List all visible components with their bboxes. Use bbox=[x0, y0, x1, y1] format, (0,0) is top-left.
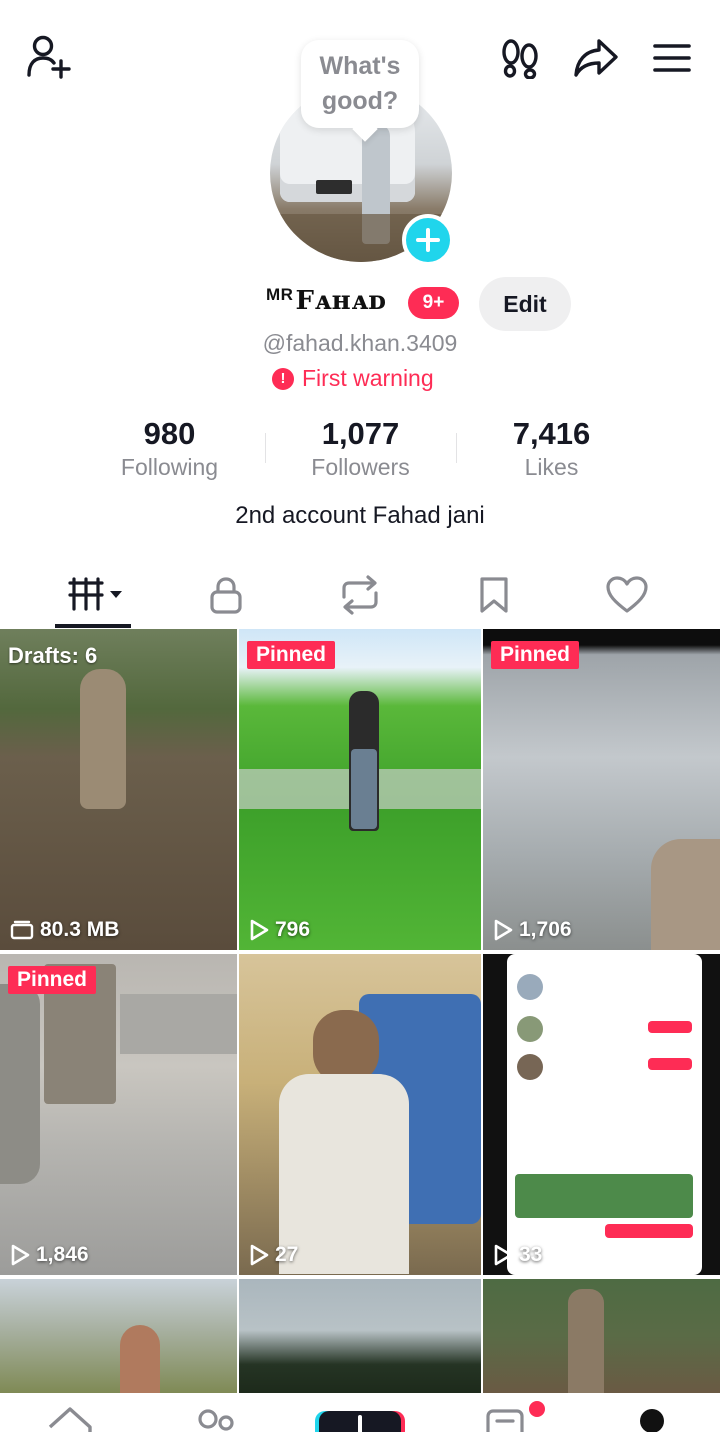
drafts-count: Drafts: 6 bbox=[8, 643, 98, 668]
status-line-1: What's bbox=[319, 52, 401, 80]
view-count: 796 bbox=[249, 918, 310, 942]
friends-icon[interactable] bbox=[196, 1409, 236, 1432]
display-name: MRFᴀʜᴀᴅ bbox=[266, 285, 386, 316]
video-thumbnail[interactable]: 27 bbox=[239, 954, 481, 1275]
view-count: 1,846 bbox=[10, 1243, 89, 1267]
stat-following[interactable]: 980 Following bbox=[74, 415, 265, 485]
stat-likes[interactable]: 7,416 Likes bbox=[456, 415, 647, 485]
warning-notice[interactable]: ! First warning bbox=[272, 365, 434, 392]
video-thumbnail[interactable]: Pinned 796 bbox=[239, 629, 481, 950]
view-count-text: 33 bbox=[519, 1243, 543, 1266]
inbox-notification-dot bbox=[529, 1401, 545, 1417]
view-count: 1,706 bbox=[493, 918, 572, 942]
home-icon[interactable] bbox=[46, 1405, 94, 1432]
tab-favorites[interactable] bbox=[464, 562, 524, 628]
view-count-text: 796 bbox=[275, 918, 311, 941]
share-icon[interactable] bbox=[572, 36, 620, 80]
play-icon bbox=[250, 1244, 269, 1266]
folder-icon bbox=[10, 920, 34, 940]
profile-bio: 2nd account Fahad jani bbox=[235, 502, 485, 529]
footprint-icon[interactable] bbox=[498, 36, 542, 80]
tab-private[interactable] bbox=[196, 562, 256, 628]
menu-icon[interactable] bbox=[650, 40, 694, 76]
warning-icon: ! bbox=[272, 367, 294, 390]
warning-text: First warning bbox=[302, 365, 434, 391]
stat-value: 1,077 bbox=[321, 416, 400, 451]
video-thumbnail-drafts[interactable]: Drafts: 6 80.3 MB bbox=[0, 629, 237, 950]
status-line-2: good? bbox=[321, 87, 399, 115]
view-count: 33 bbox=[493, 1243, 542, 1267]
video-thumbnail[interactable]: Pinned 1,706 bbox=[483, 629, 720, 950]
bottom-navigation bbox=[0, 1393, 720, 1432]
play-icon bbox=[494, 919, 513, 941]
create-button[interactable] bbox=[319, 1411, 401, 1432]
pinned-badge: Pinned bbox=[247, 641, 336, 669]
view-count-text: 1,846 bbox=[36, 1243, 89, 1266]
video-thumbnail[interactable] bbox=[239, 1279, 481, 1393]
stat-label: Followers bbox=[311, 454, 410, 480]
view-count-text: 27 bbox=[275, 1243, 299, 1266]
pinned-badge: Pinned bbox=[8, 966, 97, 994]
tab-videos[interactable] bbox=[60, 562, 136, 628]
notification-badge[interactable]: 9+ bbox=[408, 287, 459, 319]
video-thumbnail[interactable] bbox=[0, 1279, 237, 1393]
play-icon bbox=[250, 919, 269, 941]
tab-liked[interactable] bbox=[596, 562, 658, 628]
video-thumbnail[interactable]: 33 bbox=[483, 954, 720, 1275]
active-tab-indicator bbox=[55, 624, 131, 628]
view-count: 27 bbox=[249, 1243, 298, 1267]
name-prefix: MR bbox=[266, 285, 294, 304]
inbox-icon[interactable] bbox=[486, 1409, 526, 1432]
stat-followers[interactable]: 1,077 Followers bbox=[265, 415, 456, 485]
stat-value: 7,416 bbox=[512, 416, 591, 451]
play-icon bbox=[494, 1244, 513, 1266]
status-bubble[interactable]: What's good? bbox=[301, 40, 419, 128]
profile-icon[interactable] bbox=[640, 1409, 664, 1432]
stat-value: 980 bbox=[143, 416, 196, 451]
stat-label: Likes bbox=[524, 454, 579, 480]
drafts-size: 80.3 MB bbox=[10, 918, 119, 942]
profile-stats: 980 Following 1,077 Followers 7,416 Like… bbox=[74, 415, 647, 485]
edit-profile-button[interactable]: Edit bbox=[479, 277, 571, 331]
add-story-icon[interactable] bbox=[402, 214, 454, 266]
view-count-text: 1,706 bbox=[519, 918, 572, 941]
pinned-badge: Pinned bbox=[491, 641, 580, 669]
plus-icon bbox=[358, 1415, 362, 1432]
play-icon bbox=[11, 1244, 30, 1266]
tab-reposts[interactable] bbox=[330, 562, 390, 628]
video-thumbnail[interactable]: Pinned 1,846 bbox=[0, 954, 237, 1275]
stat-label: Following bbox=[120, 454, 219, 480]
name-text: Fᴀʜᴀᴅ bbox=[295, 286, 387, 316]
drafts-size-text: 80.3 MB bbox=[40, 918, 120, 941]
video-thumbnail[interactable] bbox=[483, 1279, 720, 1393]
video-grid: Drafts: 6 80.3 MB Pinned 796 Pinned 1,70… bbox=[0, 629, 720, 1393]
add-friend-icon[interactable] bbox=[24, 34, 74, 80]
username-handle: @fahad.khan.3409 bbox=[262, 330, 458, 356]
